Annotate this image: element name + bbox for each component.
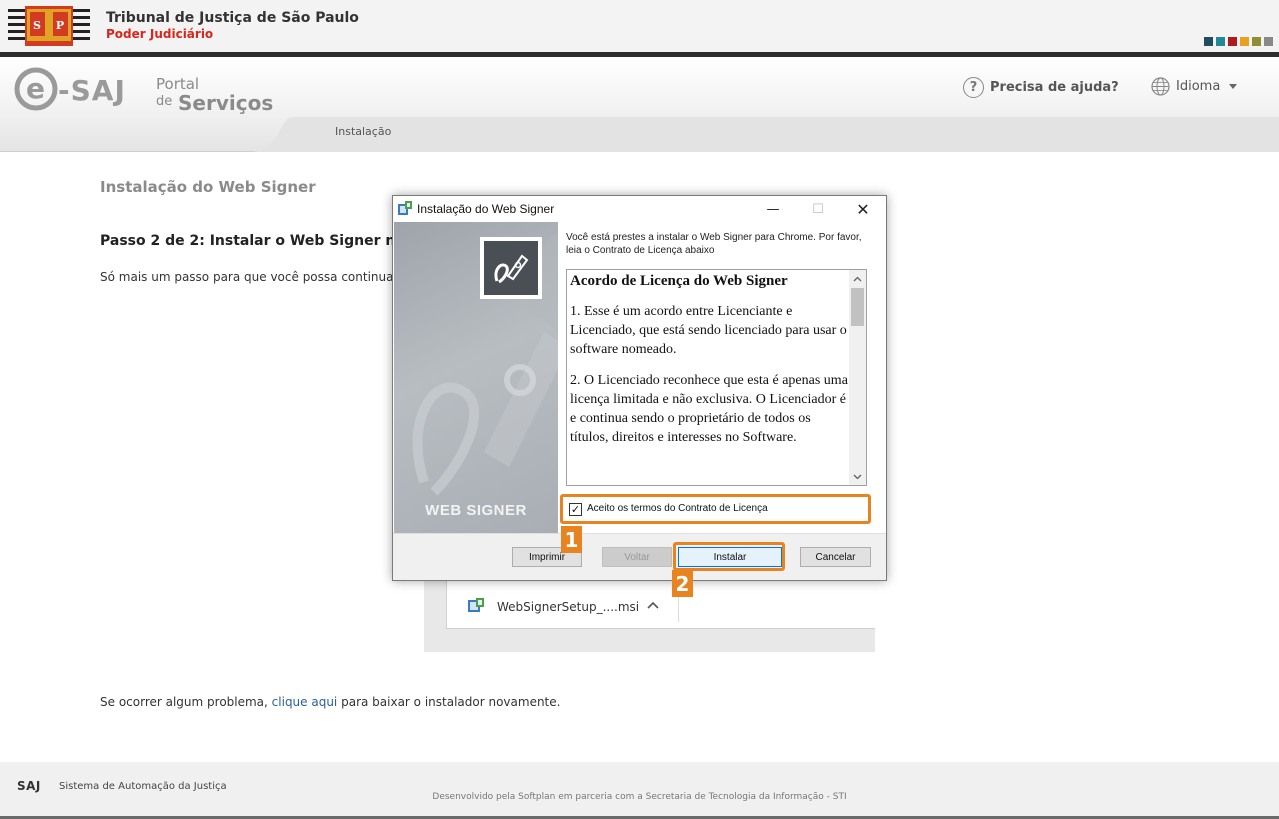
accept-terms-label[interactable]: Aceito os termos do Contrato de Licença (587, 503, 768, 514)
esaj-logo-servicos: Serviços (178, 91, 273, 115)
step-marker-2: 2 (672, 570, 693, 597)
problem-notice: Se ocorrer algum problema, clique aqui p… (100, 695, 560, 709)
installer-dialog: Instalação do Web Signer — ☐ ✕ WEB SIGNE… (392, 195, 887, 581)
install-button[interactable]: Instalar (678, 547, 782, 567)
tribunal-title: Tribunal de Justiça de São Paulo (106, 10, 359, 26)
minimize-button[interactable]: — (753, 196, 793, 222)
color-square (1252, 37, 1261, 46)
cancel-button[interactable]: Cancelar (800, 547, 871, 567)
step-title: Passo 2 de 2: Instalar o Web Signer n (100, 233, 396, 249)
color-square (1228, 37, 1237, 46)
maximize-button[interactable]: ☐ (798, 196, 838, 222)
svg-text:e: e (26, 72, 45, 105)
globe-icon (1151, 77, 1170, 96)
download-file-name: WebSignerSetup_....msi (497, 600, 640, 614)
esaj-logo-de: de (156, 94, 172, 109)
page-title: Instalação do Web Signer (100, 178, 316, 196)
dialog-side-banner: WEB SIGNER (394, 222, 558, 533)
esaj-logo[interactable]: e -SAJ Portal de Serviços (14, 67, 284, 117)
language-label: Idioma (1176, 79, 1221, 94)
tribunal-header: S P Tribunal de Justiça de São Paulo Pod… (0, 0, 1279, 52)
license-text: Acordo de Licença do Web Signer 1. Esse … (570, 272, 848, 459)
help-label: Precisa de ajuda? (990, 80, 1119, 95)
license-textbox[interactable]: Acordo de Licença do Web Signer 1. Esse … (566, 269, 867, 486)
sao-paulo-flag-logo: S P (8, 6, 90, 46)
chevron-down-icon (1229, 84, 1238, 89)
breadcrumb[interactable]: Instalação (335, 125, 391, 138)
installer-file-icon (468, 598, 484, 612)
web-signer-label: WEB SIGNER (425, 502, 527, 519)
accept-terms-highlight: ✓ Aceito os termos do Contrato de Licenç… (560, 494, 871, 524)
problem-suffix: para baixar o instalador novamente. (337, 695, 561, 709)
color-square (1216, 37, 1225, 46)
dialog-title: Instalação do Web Signer (417, 202, 555, 216)
step-marker-1: 1 (561, 526, 582, 553)
scroll-down-icon[interactable] (849, 468, 866, 485)
help-icon: ? (963, 77, 984, 98)
help-link[interactable]: ? Precisa de ajuda? (963, 77, 1119, 98)
back-button[interactable]: Voltar (602, 547, 672, 567)
step-text: Só mais um passo para que você possa con… (100, 270, 394, 284)
accept-terms-checkbox[interactable]: ✓ (569, 503, 582, 516)
color-square (1204, 37, 1213, 46)
language-selector[interactable]: Idioma (1151, 77, 1238, 96)
color-squares (1204, 37, 1273, 46)
download-item: WebSignerSetup_....msi (446, 580, 875, 629)
license-title: Acordo de Licença do Web Signer (570, 273, 788, 289)
color-square (1264, 37, 1273, 46)
esaj-banner: e -SAJ Portal de Serviços ? Precisa de a… (0, 57, 1279, 152)
breadcrumb-bar (292, 117, 1279, 152)
page-footer: SAJ Sistema de Automação da Justiça Dese… (0, 762, 1279, 819)
problem-prefix: Se ocorrer algum problema, (100, 695, 272, 709)
esaj-logo-sajtext: -SAJ (58, 74, 126, 107)
signature-pen-icon (494, 254, 529, 284)
footer-system-name: Sistema de Automação da Justiça (59, 781, 227, 792)
license-scrollbar[interactable] (849, 270, 866, 485)
license-paragraph-2: 2. O Licenciado reconhece que esta é ape… (570, 373, 848, 445)
dialog-button-bar: Imprimir Voltar Instalar Cancelar (393, 533, 886, 580)
scrollbar-thumb[interactable] (851, 288, 864, 326)
flag-letter-p: P (56, 19, 64, 32)
web-signer-logo (480, 237, 542, 299)
footer-saj-logo: SAJ (17, 779, 41, 793)
color-square (1240, 37, 1249, 46)
redownload-link[interactable]: clique aqui (272, 695, 338, 709)
close-button[interactable]: ✕ (843, 196, 883, 222)
flag-letter-s: S (33, 19, 41, 32)
installer-app-icon (398, 201, 412, 215)
dialog-titlebar[interactable]: Instalação do Web Signer — ☐ ✕ (393, 196, 886, 222)
chevron-up-icon (647, 598, 659, 612)
tribunal-subtitle: Poder Judiciário (106, 27, 214, 41)
scroll-up-icon[interactable] (849, 270, 866, 287)
download-separator (678, 594, 679, 622)
license-paragraph-1: 1. Esse é um acordo entre Licenciante e … (570, 304, 847, 357)
dialog-intro-text: Você está prestes a instalar o Web Signe… (566, 232, 862, 256)
download-shelf-image: WebSignerSetup_....msi (424, 580, 875, 652)
footer-developed-by: Desenvolvido pela Softplan em parceria c… (432, 792, 847, 802)
